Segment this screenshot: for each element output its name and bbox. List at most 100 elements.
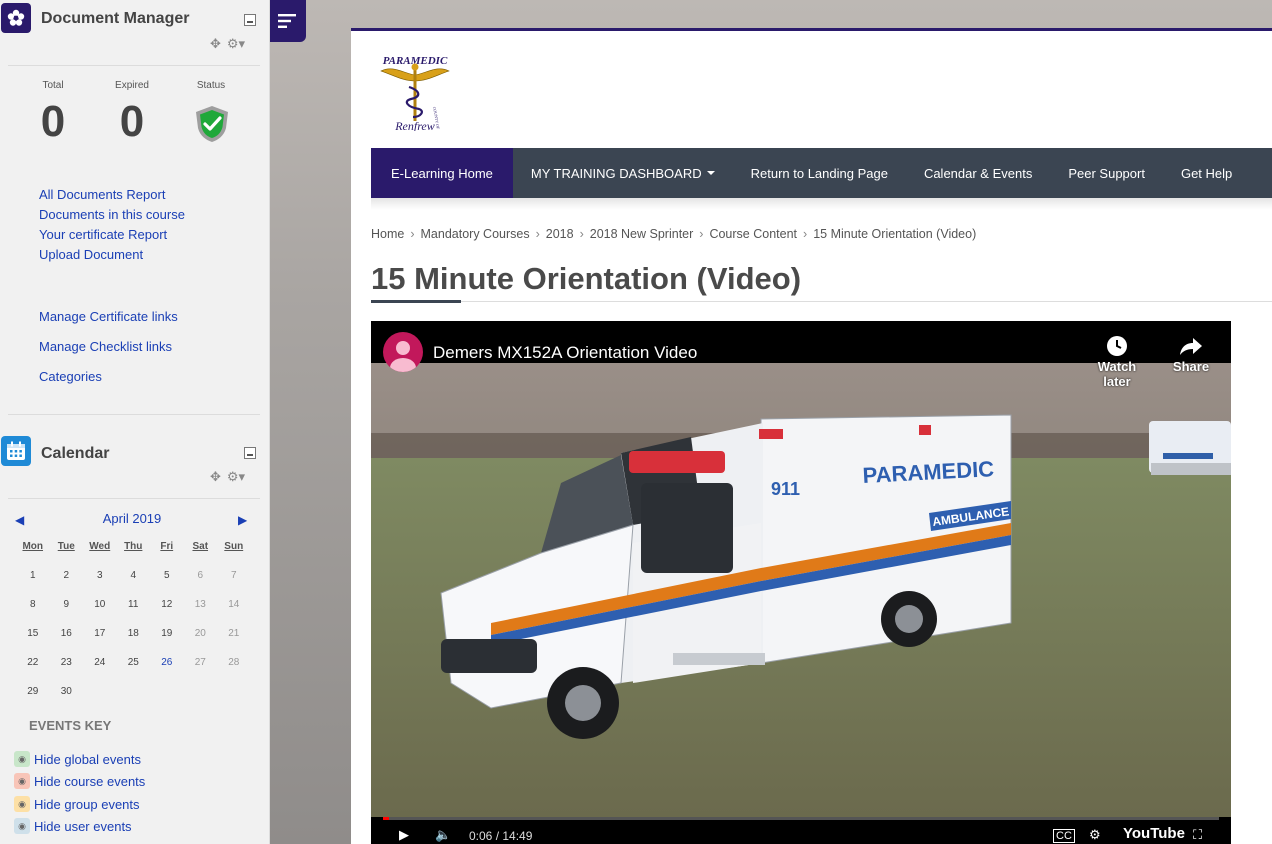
- captions-icon[interactable]: CC: [1053, 829, 1075, 843]
- breadcrumb-home[interactable]: Home: [371, 227, 404, 241]
- paramedic-county-of-renfrew-logo[interactable]: PARAMEDIC COUNTY OF Renfrew: [373, 51, 457, 131]
- hide-user-events-link[interactable]: ◉ Hide user events: [14, 818, 132, 834]
- breadcrumb-mandatory-courses[interactable]: Mandatory Courses: [421, 227, 530, 241]
- calendar-day[interactable]: 16: [50, 627, 84, 656]
- hide-global-events-link[interactable]: ◉ Hide global events: [14, 751, 141, 767]
- calendar-day[interactable]: 12: [150, 598, 184, 627]
- chevron-right-icon: ›: [579, 227, 584, 241]
- calendar-day[interactable]: 18: [117, 627, 151, 656]
- eye-icon: ◉: [14, 818, 30, 834]
- nav-get-help[interactable]: Get Help: [1163, 148, 1250, 198]
- calendar-day[interactable]: 27: [184, 656, 218, 685]
- background-truck: [1149, 421, 1231, 475]
- calendar-day[interactable]: 8: [16, 598, 50, 627]
- breadcrumb-2018[interactable]: 2018: [546, 227, 574, 241]
- calendar-week-row: 22 23 24 25 26 27 28: [16, 656, 251, 685]
- all-documents-report-link[interactable]: All Documents Report: [39, 187, 165, 202]
- video-title[interactable]: Demers MX152A Orientation Video: [433, 343, 697, 363]
- share-button[interactable]: Share: [1161, 333, 1221, 374]
- video-frame-ambulance[interactable]: AMBULANCE PARAMEDIC 911: [371, 363, 1231, 817]
- calendar-day[interactable]: 15: [16, 627, 50, 656]
- next-month-arrow-icon[interactable]: ▶: [238, 513, 247, 527]
- previous-month-arrow-icon[interactable]: ◀: [15, 513, 24, 527]
- stat-expired: Expired 0: [97, 80, 167, 147]
- chevron-right-icon: ›: [803, 227, 808, 241]
- share-label: Share: [1172, 359, 1210, 374]
- calendar-day[interactable]: 21: [217, 627, 251, 656]
- menu-lines-icon: [278, 14, 296, 28]
- settings-gear-icon[interactable]: ⚙: [1089, 827, 1101, 843]
- calendar-day[interactable]: 28: [217, 656, 251, 685]
- calendar-day[interactable]: 19: [150, 627, 184, 656]
- calendar-day[interactable]: 2: [50, 569, 84, 598]
- calendar-day[interactable]: 22: [16, 656, 50, 685]
- event-key-label: Hide global events: [34, 751, 141, 767]
- collapse-button[interactable]: [244, 14, 256, 26]
- nav-label: Get Help: [1180, 165, 1233, 181]
- gear-icon[interactable]: ⚙▾: [227, 469, 245, 484]
- calendar-day[interactable]: 26: [150, 656, 184, 685]
- video-controls: ▶ 🔈 0:06 / 14:49 CC ⚙ YouTube ⛶: [371, 817, 1231, 844]
- nav-calendar-events[interactable]: Calendar & Events: [906, 148, 1050, 198]
- volume-icon[interactable]: 🔈: [435, 827, 451, 843]
- gear-icon[interactable]: ⚙▾: [227, 36, 245, 51]
- calendar-day[interactable]: 14: [217, 598, 251, 627]
- breadcrumb-new-sprinter[interactable]: 2018 New Sprinter: [590, 227, 694, 241]
- move-icon[interactable]: ✥: [210, 36, 221, 51]
- youtube-logo[interactable]: YouTube: [1123, 825, 1185, 842]
- top-navigation: E-Learning Home MY TRAINING DASHBOARD Re…: [371, 148, 1272, 198]
- drawer-toggle-button[interactable]: [270, 0, 306, 42]
- calendar-week-row: 29 30: [16, 685, 251, 714]
- calendar-day[interactable]: 4: [117, 569, 151, 598]
- upload-document-link[interactable]: Upload Document: [39, 247, 143, 262]
- video-progress-bar[interactable]: [383, 817, 1219, 820]
- nav-peer-support[interactable]: Peer Support: [1050, 148, 1163, 198]
- calendar-day[interactable]: 25: [117, 656, 151, 685]
- left-sidebar: Document Manager ✥ ⚙▾ Total 0 Expired 0 S…: [0, 0, 270, 844]
- calendar-month-label[interactable]: April 2019: [70, 511, 194, 526]
- calendar-day[interactable]: 29: [16, 685, 50, 714]
- fullscreen-icon[interactable]: ⛶: [1193, 827, 1202, 843]
- calendar-day[interactable]: 5: [150, 569, 184, 598]
- hide-group-events-link[interactable]: ◉ Hide group events: [14, 796, 140, 812]
- calendar-day[interactable]: 17: [83, 627, 117, 656]
- collapse-button[interactable]: [244, 447, 256, 459]
- play-icon[interactable]: ▶: [399, 827, 409, 843]
- watch-later-button[interactable]: Watch later: [1087, 333, 1147, 389]
- calendar-day[interactable]: 23: [50, 656, 84, 685]
- logo-bottom-text: Renfrew: [394, 119, 435, 131]
- move-icon[interactable]: ✥: [210, 469, 221, 484]
- calendar-day[interactable]: 1: [16, 569, 50, 598]
- breadcrumb-current-page[interactable]: 15 Minute Orientation (Video): [813, 227, 976, 241]
- nav-elearning-home[interactable]: E-Learning Home: [371, 148, 513, 198]
- channel-avatar[interactable]: [383, 332, 423, 372]
- nav-return-to-landing[interactable]: Return to Landing Page: [733, 148, 906, 198]
- calendar-day[interactable]: 11: [117, 598, 151, 627]
- documents-in-course-link[interactable]: Documents in this course: [39, 207, 185, 222]
- calendar-day[interactable]: 6: [184, 569, 218, 598]
- calendar-day[interactable]: 13: [184, 598, 218, 627]
- manage-certificate-links-link[interactable]: Manage Certificate links: [39, 309, 178, 324]
- breadcrumb-course-content[interactable]: Course Content: [709, 227, 797, 241]
- categories-link[interactable]: Categories: [39, 369, 102, 384]
- calendar-day[interactable]: 20: [184, 627, 218, 656]
- hide-course-events-link[interactable]: ◉ Hide course events: [14, 773, 145, 789]
- calendar-day[interactable]: 24: [83, 656, 117, 685]
- calendar-day[interactable]: 9: [50, 598, 84, 627]
- nav-label: E-Learning Home: [391, 165, 493, 181]
- calendar-day[interactable]: 3: [83, 569, 117, 598]
- day-header: Fri: [160, 541, 174, 552]
- events-key-title: EVENTS KEY: [29, 718, 112, 733]
- block-header: Calendar: [0, 433, 268, 473]
- video-timecode: 0:06 / 14:49: [469, 829, 533, 843]
- calendar-day[interactable]: 7: [217, 569, 251, 598]
- video-player[interactable]: AMBULANCE PARAMEDIC 911 Demers MX152A Or…: [371, 321, 1231, 844]
- certificate-report-link[interactable]: Your certificate Report: [39, 227, 167, 242]
- manage-checklist-links-link[interactable]: Manage Checklist links: [39, 339, 172, 354]
- title-divider: [371, 301, 1272, 302]
- nav-my-training-dashboard[interactable]: MY TRAINING DASHBOARD: [513, 148, 733, 198]
- stat-label: Total: [42, 80, 64, 91]
- calendar-day-headers: Mon Tue Wed Thu Fri Sat Sun: [16, 540, 251, 569]
- calendar-day[interactable]: 10: [83, 598, 117, 627]
- calendar-day[interactable]: 30: [50, 685, 84, 714]
